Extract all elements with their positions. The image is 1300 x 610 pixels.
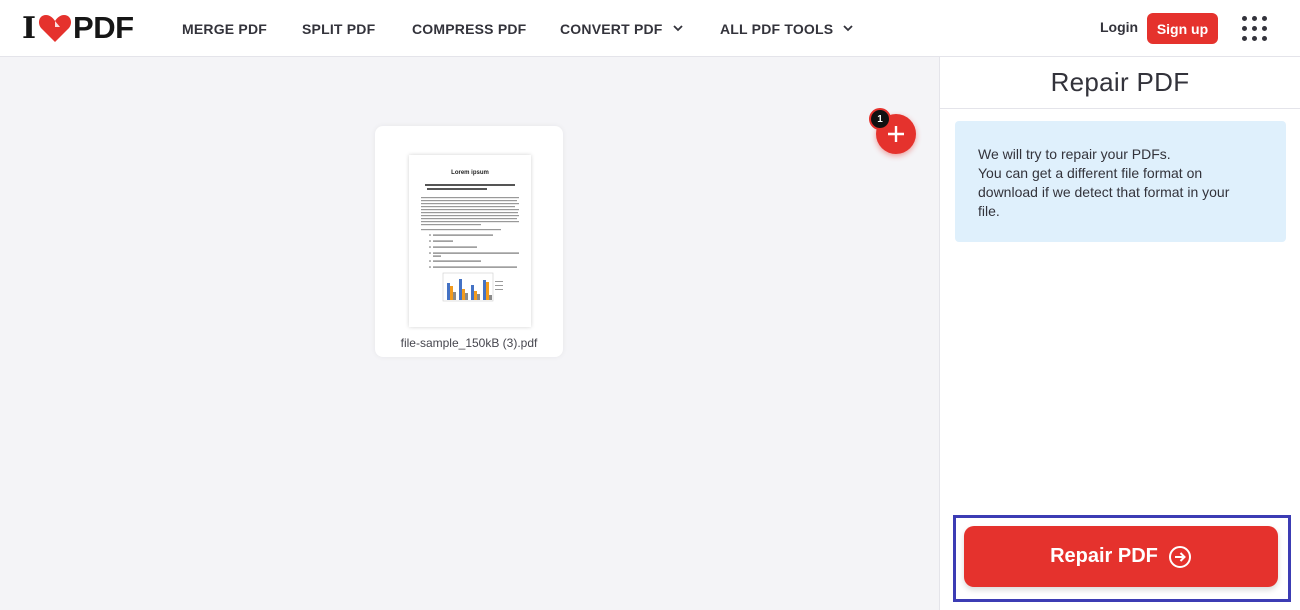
nav-all-tools-label: ALL PDF TOOLS	[720, 20, 834, 37]
nav-all-pdf-tools[interactable]: ALL PDF TOOLS	[720, 0, 853, 57]
info-box: We will try to repair your PDFs. You can…	[955, 121, 1286, 242]
nav-compress-label: COMPRESS PDF	[412, 20, 527, 37]
arrow-right-circle-icon	[1168, 545, 1191, 568]
chevron-down-icon	[843, 25, 853, 32]
logo-letter-i: I	[22, 10, 37, 46]
sidebar-title: Repair PDF	[940, 57, 1300, 109]
ilovepdf-logo[interactable]: I PDF	[22, 10, 134, 46]
info-line: You can get a different file format on	[978, 165, 1203, 181]
file-count-badge: 1	[869, 108, 891, 130]
nav-merge-pdf[interactable]: MERGE PDF	[182, 0, 267, 57]
nav-convert-pdf[interactable]: CONVERT PDF	[560, 0, 683, 57]
nav-split-pdf[interactable]: SPLIT PDF	[302, 0, 375, 57]
repair-pdf-button[interactable]: Repair PDF	[964, 526, 1278, 587]
signup-button[interactable]: Sign up	[1147, 13, 1218, 44]
info-line: We will try to repair your PDFs.	[978, 146, 1171, 162]
file-card[interactable]: Lorem ipsum file-sample_150kB (3).pdf	[375, 126, 563, 357]
pdf-page-preview: Lorem ipsum	[421, 170, 519, 302]
tool-sidebar: Repair PDF We will try to repair your PD…	[939, 57, 1300, 610]
info-line: download if we detect that format in you…	[978, 184, 1230, 200]
nav-split-label: SPLIT PDF	[302, 20, 376, 37]
chevron-down-icon	[672, 25, 683, 32]
heart-icon	[39, 15, 72, 42]
login-link[interactable]: Login	[1100, 19, 1138, 35]
pdf-thumbnail: Lorem ipsum	[409, 155, 531, 327]
logo-word-pdf: PDF	[73, 10, 134, 45]
plus-icon	[888, 126, 904, 142]
file-name: file-sample_150kB (3).pdf	[400, 336, 538, 350]
file-workspace: Lorem ipsum file-sample_150kB (3).pdf 1	[0, 57, 939, 610]
info-line: file.	[978, 203, 1000, 219]
nav-convert-label: CONVERT PDF	[560, 20, 663, 37]
repair-pdf-button-label: Repair PDF	[1050, 545, 1158, 567]
thumb-title: Lorem ipsum	[451, 170, 489, 176]
top-header: I PDF MERGE PDF SPLIT PDF COMPRESS PDF C…	[0, 0, 1300, 57]
nav-merge-label: MERGE PDF	[182, 20, 268, 37]
apps-grid-icon[interactable]	[1242, 16, 1267, 41]
nav-compress-pdf[interactable]: COMPRESS PDF	[412, 0, 526, 57]
